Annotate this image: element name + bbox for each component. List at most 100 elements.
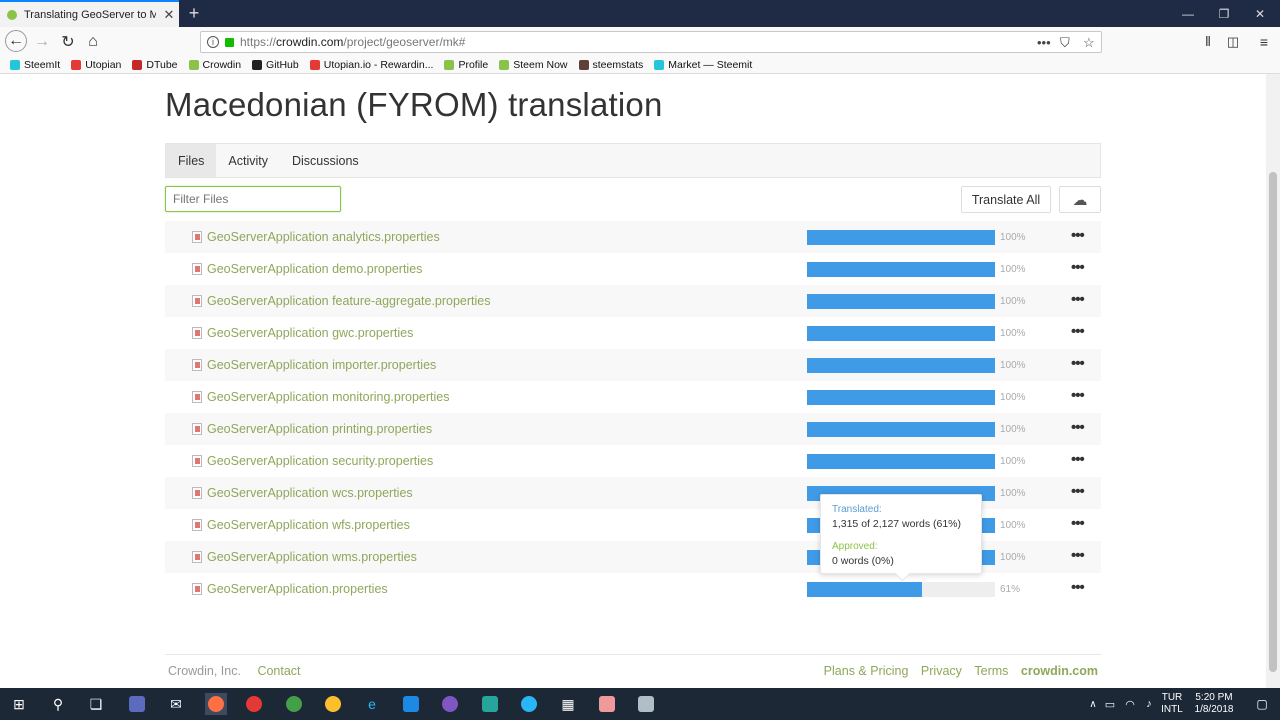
progress-percent: 100% (1000, 552, 1026, 563)
more-options-icon[interactable]: ••• (1071, 355, 1085, 372)
back-icon[interactable]: ← (5, 30, 27, 52)
bookmark-star-icon[interactable]: ☆ (1083, 35, 1095, 51)
bookmark-item[interactable]: steemstats (578, 59, 643, 71)
home-icon[interactable]: ⌂ (81, 30, 105, 54)
forward-icon[interactable]: → (30, 30, 54, 54)
more-options-icon[interactable]: ••• (1071, 387, 1085, 404)
file-row: GeoServerApplication feature-aggregate.p… (165, 285, 1101, 317)
progress-bar[interactable] (807, 390, 995, 405)
app-icon-1[interactable] (127, 694, 147, 714)
progress-bar[interactable] (807, 358, 995, 373)
file-name-link[interactable]: GeoServerApplication wcs.properties (207, 486, 413, 500)
app-icon-3[interactable] (597, 694, 617, 714)
file-icon (192, 423, 202, 435)
progress-bar[interactable] (807, 454, 995, 469)
bookmark-item[interactable]: Utopian (71, 59, 121, 71)
bookmark-item[interactable]: Crowdin (188, 59, 241, 71)
file-name-link[interactable]: GeoServerApplication wfs.properties (207, 518, 410, 532)
progress-bar[interactable] (807, 582, 995, 597)
notifications-icon[interactable]: ▢ (1252, 694, 1272, 714)
library-icon[interactable]: ⫴ (1196, 30, 1220, 54)
close-window-icon[interactable]: ✕ (1242, 0, 1278, 27)
footer-contact-link[interactable]: Contact (257, 664, 300, 678)
more-options-icon[interactable]: ••• (1071, 579, 1085, 596)
edge-icon[interactable]: e (362, 694, 382, 714)
file-name-link[interactable]: GeoServerApplication.properties (207, 582, 388, 596)
progress-bar[interactable] (807, 262, 995, 277)
mail-icon[interactable]: ✉ (166, 694, 186, 714)
bookmark-item[interactable]: SteemIt (10, 59, 60, 71)
store-icon[interactable] (401, 694, 421, 714)
volume-icon[interactable]: ♪ (1139, 694, 1159, 714)
progress-bar[interactable] (807, 294, 995, 309)
bookmark-item[interactable]: Market — Steemit (654, 59, 752, 71)
file-name-link[interactable]: GeoServerApplication demo.properties (207, 262, 422, 276)
more-options-icon[interactable]: ••• (1071, 419, 1085, 436)
viber-icon[interactable] (440, 694, 460, 714)
page-scrollbar[interactable] (1266, 74, 1280, 688)
new-tab-button[interactable]: + (186, 3, 202, 24)
more-options-icon[interactable]: ••• (1071, 515, 1085, 532)
file-name-link[interactable]: GeoServerApplication printing.properties (207, 422, 432, 436)
more-options-icon[interactable]: ••• (1071, 227, 1085, 244)
menu-icon[interactable]: ≡ (1252, 30, 1276, 54)
url-bar[interactable]: i https://crowdin.com/project/geoserver/… (200, 31, 1102, 53)
windows-start-icon[interactable]: ⊞ (9, 694, 29, 714)
chrome-icon[interactable] (323, 694, 343, 714)
input-language[interactable]: TUR INTL (1157, 692, 1187, 716)
tab-discussions[interactable]: Discussions (280, 144, 371, 177)
bookmark-item[interactable]: Utopian.io - Rewardin... (309, 59, 433, 71)
bookmark-item[interactable]: GitHub (252, 59, 299, 71)
more-options-icon[interactable]: ••• (1071, 291, 1085, 308)
app-icon-2[interactable] (480, 694, 500, 714)
minimize-icon[interactable]: — (1170, 0, 1206, 27)
scrollbar-thumb[interactable] (1269, 172, 1277, 672)
restore-icon[interactable]: ❐ (1206, 0, 1242, 27)
telegram-icon[interactable] (519, 694, 539, 714)
task-view-icon[interactable]: ❏ (86, 694, 106, 714)
progress-bar[interactable] (807, 422, 995, 437)
footer-terms-link[interactable]: Terms (974, 664, 1008, 678)
app-icon-4[interactable] (636, 694, 656, 714)
tab-close-icon[interactable]: ✕ (163, 7, 175, 23)
info-icon[interactable]: i (207, 36, 219, 48)
battery-icon[interactable]: ▭ (1100, 694, 1120, 714)
footer-privacy-link[interactable]: Privacy (921, 664, 962, 678)
translate-all-button[interactable]: Translate All (961, 186, 1051, 213)
file-name-link[interactable]: GeoServerApplication monitoring.properti… (207, 390, 450, 404)
file-name-link[interactable]: GeoServerApplication security.properties (207, 454, 433, 468)
clock[interactable]: 5:20 PM 1/8/2018 (1189, 692, 1239, 716)
footer-plans-link[interactable]: Plans & Pricing (824, 664, 909, 678)
more-options-icon[interactable]: ••• (1071, 323, 1085, 340)
file-name-link[interactable]: GeoServerApplication importer.properties (207, 358, 436, 372)
search-icon[interactable]: ⚲ (48, 694, 68, 714)
file-name-link[interactable]: GeoServerApplication gwc.properties (207, 326, 413, 340)
more-options-icon[interactable]: ••• (1071, 547, 1085, 564)
more-options-icon[interactable]: ••• (1071, 259, 1085, 276)
page-actions-icon[interactable]: ••• (1037, 35, 1051, 50)
download-cloud-button[interactable]: ☁ (1059, 186, 1101, 213)
bookmark-item[interactable]: Steem Now (499, 59, 568, 71)
bookmark-item[interactable]: DTube (132, 59, 178, 71)
filter-files-input[interactable] (165, 186, 341, 212)
progress-bar[interactable] (807, 230, 995, 245)
more-options-icon[interactable]: ••• (1071, 483, 1085, 500)
progress-bar[interactable] (807, 326, 995, 341)
bookmark-item[interactable]: Profile (444, 59, 488, 71)
sidebar-icon[interactable]: ◫ (1221, 30, 1245, 54)
firefox-icon[interactable] (205, 693, 227, 715)
tab-files[interactable]: Files (166, 144, 217, 177)
reload-icon[interactable]: ↻ (56, 30, 80, 54)
calculator-icon[interactable]: ▦ (558, 694, 578, 714)
pocket-icon[interactable]: ⛉ (1060, 35, 1070, 51)
whatsapp-icon[interactable] (284, 694, 304, 714)
file-name-link[interactable]: GeoServerApplication wms.properties (207, 550, 417, 564)
file-name-link[interactable]: GeoServerApplication analytics.propertie… (207, 230, 440, 244)
wifi-icon[interactable]: ◠ (1120, 694, 1140, 714)
browser-tab[interactable]: Translating GeoServer to Mace ✕ (0, 0, 179, 27)
footer-brand-link[interactable]: crowdin.com (1021, 664, 1098, 678)
file-name-link[interactable]: GeoServerApplication feature-aggregate.p… (207, 294, 491, 308)
more-options-icon[interactable]: ••• (1071, 451, 1085, 468)
opera-icon[interactable] (244, 694, 264, 714)
tab-activity[interactable]: Activity (216, 144, 280, 177)
